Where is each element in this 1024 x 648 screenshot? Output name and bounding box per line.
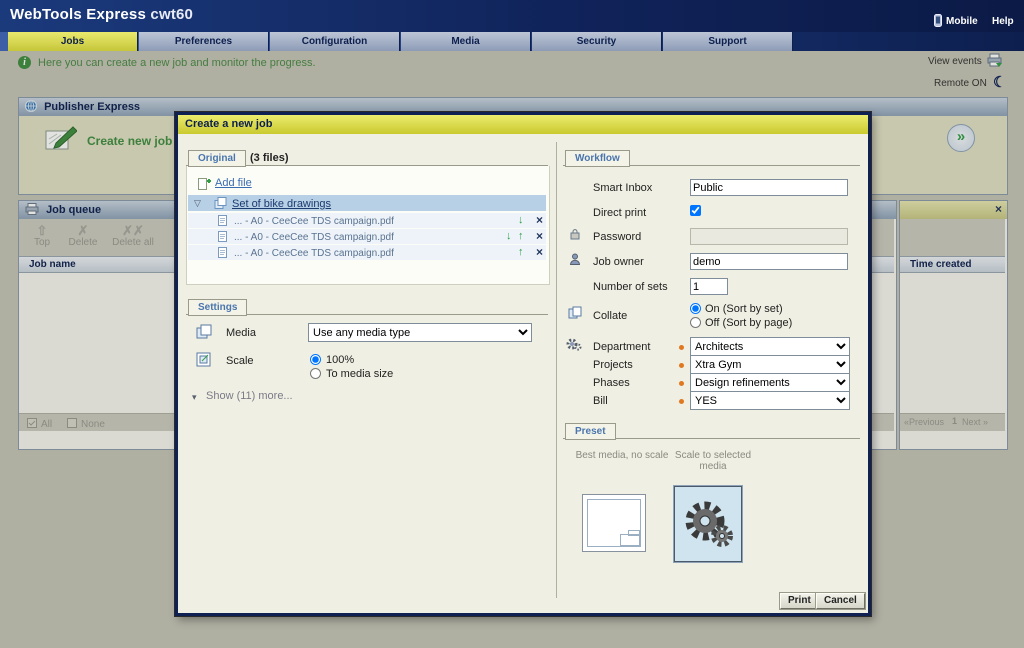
app-title: WebTools Express cwt60: [10, 6, 193, 23]
password-label: Password: [593, 231, 641, 243]
smart-inbox-label: Smart Inbox: [593, 182, 652, 194]
department-label: Department: [593, 341, 650, 353]
create-job-dialog: Create a new job Original (3 files) Add …: [175, 112, 871, 616]
file-stack-icon: [214, 197, 227, 214]
scale-icon: [196, 352, 213, 370]
help-link[interactable]: Help: [992, 16, 1014, 27]
mobile-link[interactable]: Mobile: [946, 16, 978, 27]
webtools-express-app: WebTools Express cwt60 Mobile Help Jobs …: [0, 0, 1024, 648]
mobile-icon: [934, 14, 942, 30]
projects-select[interactable]: Xtra Gym: [690, 355, 850, 374]
file-icon: [218, 247, 227, 263]
file-row: ... - A0 - CeeCee TDS campaign.pdf ↑ ×: [188, 245, 546, 260]
scale-media-radio[interactable]: [310, 368, 321, 379]
tab-security[interactable]: Security: [532, 32, 662, 51]
move-up-icon[interactable]: ↑: [518, 245, 524, 259]
original-tab[interactable]: Original: [188, 150, 246, 167]
tab-media[interactable]: Media: [401, 32, 531, 51]
add-file-link[interactable]: Add file: [215, 177, 252, 189]
app-header: WebTools Express cwt60 Mobile Help: [0, 0, 1024, 32]
dialog-body: Original (3 files) Add file ▽ Set of bik…: [178, 134, 868, 607]
settings-tab[interactable]: Settings: [188, 299, 247, 316]
collapse-triangle-icon[interactable]: ▽: [194, 198, 201, 208]
collate-on-radio[interactable]: [690, 303, 701, 314]
remove-file-icon[interactable]: ×: [536, 245, 543, 259]
lock-icon: [570, 228, 580, 243]
collate-off-radio[interactable]: [690, 317, 701, 328]
move-up-icon[interactable]: ↑: [518, 229, 524, 243]
projects-label: Projects: [593, 359, 633, 371]
app-title-text: WebTools Express: [10, 6, 146, 23]
remove-file-icon[interactable]: ×: [536, 229, 543, 243]
file-group-link[interactable]: Set of bike drawings: [232, 196, 331, 212]
gear-image: [675, 487, 739, 559]
preset-thumb-best-media[interactable]: [582, 494, 646, 552]
file-name: ... - A0 - CeeCee TDS campaign.pdf: [234, 214, 394, 229]
cancel-button[interactable]: Cancel: [816, 593, 865, 609]
media-label: Media: [226, 327, 256, 339]
preset-thumb-scale-selected[interactable]: [674, 486, 742, 562]
collate-on-label: On (Sort by set): [705, 303, 783, 315]
scale-label: Scale: [226, 355, 254, 367]
move-down-icon[interactable]: ↓: [518, 213, 524, 227]
preset-best-media-label: Best media, no scale: [574, 450, 670, 461]
collate-off-label: Off (Sort by page): [705, 317, 792, 329]
tab-preferences[interactable]: Preferences: [139, 32, 269, 51]
preset-tab[interactable]: Preset: [565, 423, 616, 440]
preset-scale-label: Scale to selected media: [674, 450, 752, 472]
show-more-link[interactable]: Show (11) more...: [206, 390, 293, 402]
password-input: [690, 228, 848, 245]
hostname: cwt60: [150, 6, 193, 23]
original-file-count: (3 files): [250, 152, 289, 164]
dialog-title: Create a new job: [178, 115, 868, 134]
number-of-sets-input[interactable]: [690, 278, 728, 295]
direct-print-label: Direct print: [593, 207, 646, 219]
bill-label: Bill: [593, 395, 608, 407]
collate-icon: [568, 306, 582, 322]
print-button[interactable]: Print: [780, 593, 819, 609]
add-file-icon[interactable]: [198, 176, 211, 193]
column-divider: [556, 142, 557, 598]
move-down-icon[interactable]: ↓: [506, 229, 512, 243]
scale-100-label: 100%: [326, 354, 354, 366]
job-owner-input[interactable]: [690, 253, 848, 270]
media-icon: [196, 324, 213, 342]
tab-configuration[interactable]: Configuration: [270, 32, 400, 51]
file-row: ... - A0 - CeeCee TDS campaign.pdf ↓ ↑ ×: [188, 229, 546, 244]
required-dot: [679, 345, 684, 350]
required-dot: [679, 363, 684, 368]
number-of-sets-label: Number of sets: [593, 281, 668, 293]
scale-100-radio[interactable]: [310, 354, 321, 365]
required-dot: [679, 381, 684, 386]
tab-jobs[interactable]: Jobs: [8, 32, 138, 51]
tab-support[interactable]: Support: [663, 32, 793, 51]
direct-print-checkbox[interactable]: [690, 205, 701, 216]
show-more-triangle-icon[interactable]: ▾: [192, 392, 197, 403]
workflow-tab[interactable]: Workflow: [565, 150, 630, 167]
file-name: ... - A0 - CeeCee TDS campaign.pdf: [234, 230, 394, 245]
department-icon: [566, 338, 582, 354]
bill-select[interactable]: YES: [690, 391, 850, 410]
file-group-row[interactable]: ▽ Set of bike drawings: [188, 195, 546, 211]
department-select[interactable]: Architects: [690, 337, 850, 356]
remove-file-icon[interactable]: ×: [536, 213, 543, 227]
main-tab-bar: Jobs Preferences Configuration Media Sec…: [0, 32, 1024, 51]
user-icon: [570, 253, 580, 268]
smart-inbox-input[interactable]: [690, 179, 848, 196]
file-row: ... - A0 - CeeCee TDS campaign.pdf ↓ ×: [188, 213, 546, 228]
media-select[interactable]: Use any media type: [308, 323, 532, 342]
file-name: ... - A0 - CeeCee TDS campaign.pdf: [234, 246, 394, 261]
job-owner-label: Job owner: [593, 256, 644, 268]
title-block-small: [628, 530, 640, 536]
phases-label: Phases: [593, 377, 630, 389]
scale-media-label: To media size: [326, 368, 393, 380]
phases-select[interactable]: Design refinements: [690, 373, 850, 392]
required-dot: [679, 399, 684, 404]
collate-label: Collate: [593, 310, 627, 322]
